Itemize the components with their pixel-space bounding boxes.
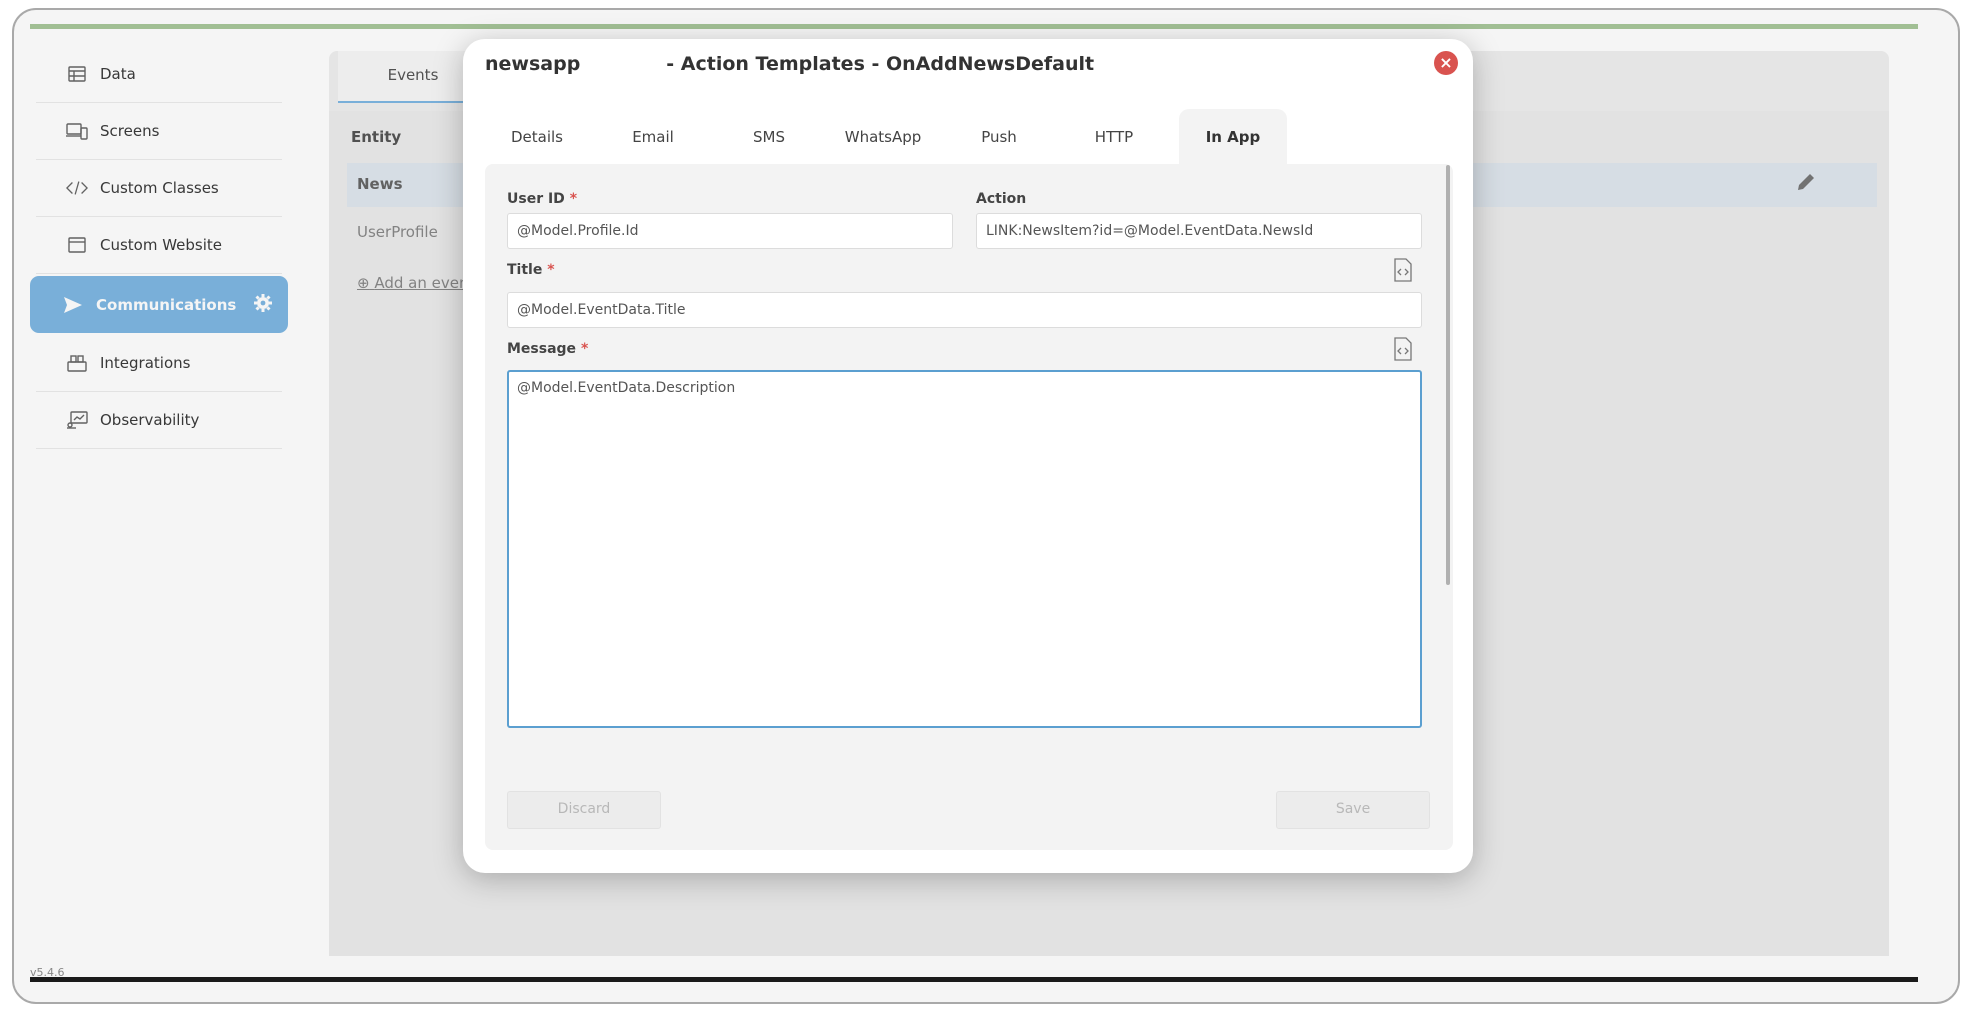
scrollbar[interactable] bbox=[1446, 165, 1450, 585]
message-label: Message * bbox=[507, 341, 589, 357]
in-app-form: User ID * @Model.Profile.Id Action LINK:… bbox=[485, 164, 1453, 850]
code-file-icon[interactable] bbox=[1393, 258, 1413, 286]
tab-in-app[interactable]: In App bbox=[1179, 109, 1287, 169]
tab-http[interactable]: HTTP bbox=[1062, 109, 1166, 169]
tab-details[interactable]: Details bbox=[485, 109, 589, 169]
save-button[interactable]: Save bbox=[1276, 791, 1430, 829]
close-icon: × bbox=[1439, 53, 1453, 72]
discard-button[interactable]: Discard bbox=[507, 791, 661, 829]
message-textarea[interactable]: @Model.EventData.Description bbox=[507, 370, 1422, 728]
tab-email[interactable]: Email bbox=[601, 109, 705, 169]
tab-label: In App bbox=[1205, 128, 1261, 146]
tab-push[interactable]: Push bbox=[947, 109, 1051, 169]
user-id-label: User ID * bbox=[507, 191, 578, 207]
title-label: Title * bbox=[507, 262, 555, 278]
user-id-input[interactable]: @Model.Profile.Id bbox=[507, 213, 953, 249]
action-templates-modal: newsapp - Action Templates - OnAddNewsDe… bbox=[463, 39, 1473, 873]
title-input[interactable]: @Model.EventData.Title bbox=[507, 292, 1422, 328]
action-label: Action bbox=[976, 191, 1027, 207]
tab-sms[interactable]: SMS bbox=[717, 109, 821, 169]
action-input[interactable]: LINK:NewsItem?id=@Model.EventData.NewsId bbox=[976, 213, 1422, 249]
close-button[interactable]: × bbox=[1434, 51, 1458, 75]
modal-title: newsapp - Action Templates - OnAddNewsDe… bbox=[485, 53, 1095, 75]
bottom-bar bbox=[30, 977, 1918, 982]
tab-whatsapp[interactable]: WhatsApp bbox=[831, 109, 935, 169]
code-file-icon[interactable] bbox=[1393, 337, 1413, 365]
